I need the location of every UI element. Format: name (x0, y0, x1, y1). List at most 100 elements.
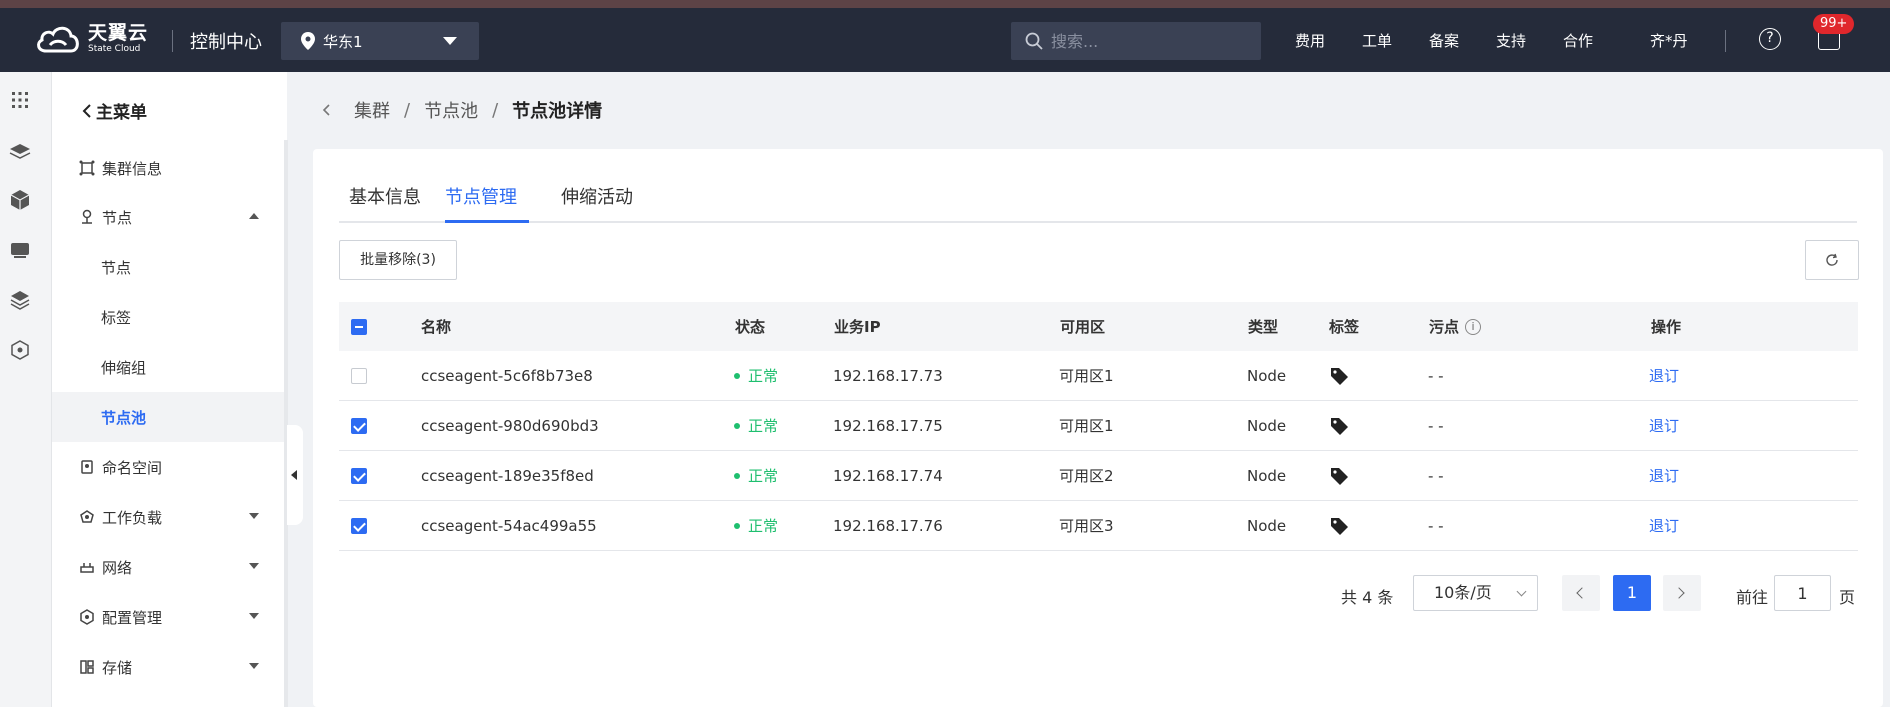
product-icon-rail (0, 72, 52, 707)
unsubscribe-link[interactable]: 退订 (1649, 401, 1679, 450)
chevron-right-icon (1673, 587, 1685, 599)
next-page-button[interactable] (1663, 575, 1701, 611)
row-checkbox[interactable] (351, 417, 367, 434)
tab-scaling-activity[interactable]: 伸缩活动 (561, 183, 633, 223)
node-ip: 192.168.17.74 (833, 466, 943, 485)
cube-icon[interactable] (9, 189, 31, 211)
header-divider (1725, 30, 1726, 52)
nav-filing[interactable]: 备案 (1429, 30, 1459, 51)
column-header-tags[interactable]: 标签 (1329, 302, 1359, 351)
stack-icon[interactable] (9, 289, 31, 311)
node-ip: 192.168.17.73 (833, 366, 943, 385)
chevron-left-icon (82, 103, 91, 118)
select-all-checkbox[interactable] (351, 318, 367, 335)
node-name: ccseagent-54ac499a55 (421, 516, 597, 535)
info-icon[interactable]: i (1465, 318, 1482, 335)
sidebar-item-label: 伸缩组 (101, 358, 147, 377)
refresh-button[interactable] (1805, 240, 1859, 280)
tag-icon[interactable] (1330, 517, 1350, 535)
batch-remove-button[interactable]: 批量移除(3) (339, 240, 457, 280)
nav-cooperation[interactable]: 合作 (1563, 30, 1593, 51)
sidebar-item-workloads[interactable]: 工作负载 (52, 492, 287, 542)
sidebar-item-scaling-group[interactable]: 伸缩组 (52, 342, 287, 392)
tab-basic-info[interactable]: 基本信息 (349, 183, 421, 223)
brand-logo[interactable]: 天翼云 State Cloud (34, 23, 148, 55)
column-header-type[interactable]: 类型 (1248, 302, 1278, 351)
breadcrumb-node-pool[interactable]: 节点池 (424, 97, 478, 123)
table-row[interactable]: ccseagent-5c6f8b73e8 正常 192.168.17.73 可用… (339, 351, 1858, 401)
layers-icon[interactable] (9, 139, 31, 161)
sidebar-collapse-toggle[interactable] (287, 425, 303, 525)
message-count-badge: 99+ (1813, 14, 1855, 34)
unsubscribe-link[interactable]: 退订 (1649, 351, 1679, 400)
column-header-zone[interactable]: 可用区 (1060, 302, 1105, 351)
breadcrumb: 集群 / 节点池 / 节点池详情 (322, 97, 602, 123)
sidebar-item-node-pool[interactable]: 节点池 (52, 392, 287, 442)
column-header-ip[interactable]: 业务IP (834, 302, 881, 351)
table-row[interactable]: ccseagent-189e35f8ed 正常 192.168.17.74 可用… (339, 451, 1858, 501)
nav-support[interactable]: 支持 (1496, 30, 1526, 51)
tag-icon[interactable] (1330, 417, 1350, 435)
console-title[interactable]: 控制中心 (190, 28, 262, 54)
row-checkbox[interactable] (351, 517, 367, 534)
user-name[interactable]: 齐*丹 (1650, 30, 1688, 51)
tag-icon[interactable] (1330, 467, 1350, 485)
table-row[interactable]: ccseagent-54ac499a55 正常 192.168.17.76 可用… (339, 501, 1858, 551)
sidebar-item-config[interactable]: 配置管理 (52, 592, 287, 642)
node-taint: - - (1428, 366, 1444, 385)
sidebar-item-network[interactable]: 网络 (52, 542, 287, 592)
main-menu-back[interactable]: 主菜单 (82, 98, 147, 123)
workload-icon (80, 510, 94, 523)
column-header-status[interactable]: 状态 (735, 302, 765, 351)
column-header-actions: 操作 (1651, 318, 1682, 336)
node-name: ccseagent-189e35f8ed (421, 466, 594, 485)
sidebar-item-nodes[interactable]: 节点 (52, 242, 287, 292)
nav-fees[interactable]: 费用 (1295, 30, 1325, 51)
column-header-taints[interactable]: 污点 i (1429, 302, 1482, 351)
tab-node-management[interactable]: 节点管理 (445, 183, 529, 223)
node-type: Node (1247, 516, 1287, 535)
page-number-current[interactable]: 1 (1613, 575, 1651, 611)
node-zone: 可用区1 (1059, 367, 1114, 385)
global-search[interactable] (1011, 22, 1261, 60)
monitor-icon[interactable] (9, 239, 31, 261)
network-cube-icon[interactable] (9, 339, 31, 361)
row-checkbox[interactable] (351, 467, 367, 484)
goto-suffix: 页 (1839, 588, 1856, 607)
chevron-left-icon (1576, 587, 1588, 599)
prev-page-button[interactable] (1562, 575, 1600, 611)
status-dot-icon (734, 522, 740, 529)
sidebar-item-nodes-group[interactable]: 节点 (52, 192, 287, 242)
breadcrumb-cluster[interactable]: 集群 (354, 97, 390, 123)
back-arrow-icon[interactable] (322, 103, 332, 117)
chevron-up-icon (249, 213, 259, 219)
node-status: 正常 (734, 351, 778, 400)
page-size-select[interactable]: 10条/页 (1413, 575, 1538, 611)
column-header-name[interactable]: 名称 (421, 302, 451, 351)
sidebar-item-labels[interactable]: 标签 (52, 292, 287, 342)
sidebar-item-cluster-info[interactable]: 集群信息 (52, 143, 287, 193)
sidebar-scrollbar[interactable] (284, 140, 288, 707)
unsubscribe-link[interactable]: 退订 (1649, 501, 1679, 550)
unsubscribe-link[interactable]: 退订 (1649, 451, 1679, 500)
status-label: 正常 (748, 467, 779, 485)
top-navigation-bar: 天翼云 State Cloud 控制中心 华东1 费用 工单 备案 支持 合作 … (0, 8, 1890, 72)
row-checkbox[interactable] (351, 367, 367, 384)
pagination: 共 4 条 10条/页 1 前往 页 (313, 575, 1883, 613)
sidebar-item-namespace[interactable]: 命名空间 (52, 442, 287, 492)
tag-icon[interactable] (1330, 367, 1350, 385)
node-type: Node (1247, 416, 1287, 435)
region-selector[interactable]: 华东1 (281, 22, 479, 60)
node-zone: 可用区1 (1059, 417, 1114, 435)
search-input[interactable] (1051, 31, 1241, 51)
node-taint: - - (1428, 416, 1444, 435)
brand-name-en: State Cloud (88, 44, 141, 54)
help-icon[interactable]: ? (1759, 28, 1781, 50)
table-row[interactable]: ccseagent-980d690bd3 正常 192.168.17.75 可用… (339, 401, 1858, 451)
goto-page-input[interactable] (1774, 575, 1831, 611)
apps-grid-icon[interactable] (9, 89, 31, 111)
status-dot-icon (734, 472, 740, 479)
sidebar-item-storage[interactable]: 存储 (52, 642, 287, 692)
table-header: 名称 状态 业务IP 可用区 类型 标签 污点 i 操作 (339, 302, 1858, 351)
nav-tickets[interactable]: 工单 (1362, 30, 1392, 51)
